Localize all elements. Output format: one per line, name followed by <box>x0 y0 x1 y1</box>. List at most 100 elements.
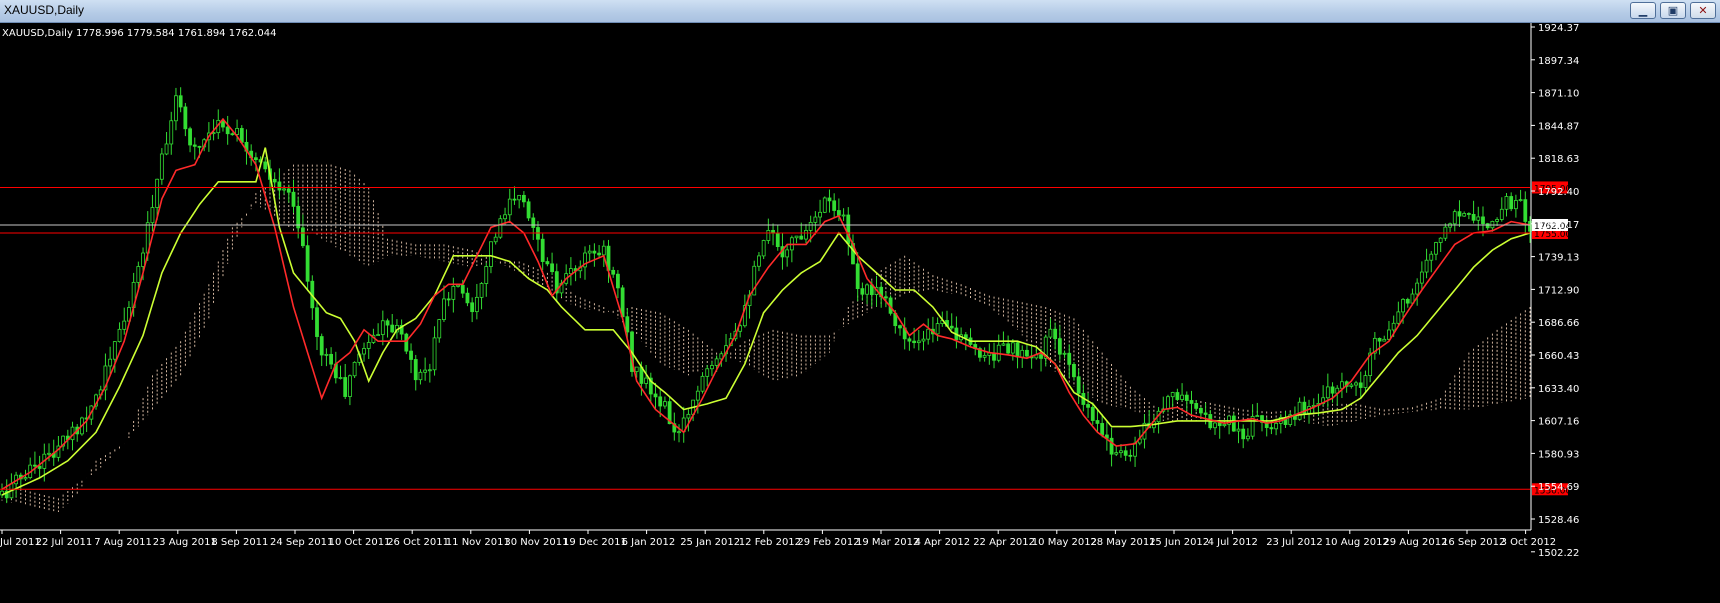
candle-body <box>1123 450 1128 456</box>
candle-body <box>695 390 700 401</box>
candle-body <box>348 375 352 397</box>
candle-body <box>714 358 719 366</box>
candle-body <box>150 207 155 224</box>
chart-area[interactable]: 1795.00 1755.00 1530.00 1762.04 1924.37 1897… <box>0 23 1720 599</box>
chart-background <box>0 23 1720 599</box>
candle-body <box>1481 216 1485 225</box>
candle-body <box>761 240 766 257</box>
close-button[interactable]: ✕ <box>1690 2 1716 19</box>
candle-body <box>1241 428 1246 440</box>
y-tick-label: 1554.69 <box>1538 482 1579 493</box>
candle-body <box>1217 422 1222 427</box>
candle-body <box>916 340 921 344</box>
candle-body <box>949 325 954 329</box>
candle-body <box>545 261 550 265</box>
minimize-button[interactable]: ▁ <box>1630 2 1656 19</box>
candle-body <box>1382 338 1387 342</box>
candle-body <box>1401 298 1405 313</box>
candle-body <box>1213 422 1217 429</box>
candle-body <box>663 401 667 407</box>
candle-body <box>1387 329 1391 340</box>
candle-body <box>253 157 258 160</box>
candle-body <box>1062 352 1067 355</box>
candle-body <box>1025 349 1029 357</box>
candle-body <box>686 413 691 419</box>
candle-body <box>1452 211 1457 225</box>
candle-body <box>1067 352 1072 365</box>
candle-body <box>169 120 174 145</box>
candle-body <box>1325 386 1330 399</box>
candle-body <box>808 221 813 231</box>
candle-body <box>1222 423 1227 427</box>
candle-body <box>827 197 832 202</box>
window-title: XAUUSD,Daily <box>4 3 85 17</box>
candle-body <box>427 369 432 372</box>
candle-body <box>159 153 164 180</box>
x-tick-label: 23 Aug 2011 <box>153 537 217 548</box>
candle-body <box>1438 237 1443 243</box>
candle-body <box>1429 253 1434 261</box>
candle-body <box>1434 242 1438 255</box>
candle-body <box>1509 196 1514 210</box>
x-tick-label: 7 Aug 2011 <box>94 537 152 548</box>
candle-body <box>568 268 573 275</box>
x-tick-label: 19 Dec 2011 <box>563 537 627 548</box>
x-tick-label: 22 Apr 2012 <box>973 537 1035 548</box>
candle-body <box>1090 406 1095 421</box>
candle-body <box>1424 259 1429 273</box>
candle-body <box>785 249 790 258</box>
candle-body <box>413 359 418 381</box>
candle-body <box>300 227 305 247</box>
candle-body <box>380 320 385 335</box>
candle-body <box>141 252 145 267</box>
candle-body <box>907 338 912 342</box>
candle-body <box>479 283 484 298</box>
y-tick-label: 1502.22 <box>1538 548 1579 559</box>
maximize-button[interactable]: ▣ <box>1660 2 1686 19</box>
x-tick-label: 3 Oct 2012 <box>1501 537 1556 548</box>
candle-body <box>611 269 616 275</box>
candle-body <box>409 350 413 360</box>
candle-body <box>343 377 348 397</box>
candle-body <box>1048 328 1053 338</box>
x-tick-label: 10 Aug 2012 <box>1325 537 1389 548</box>
candle-body <box>996 344 1001 361</box>
candle-body <box>1095 420 1100 424</box>
candle-body <box>1499 208 1504 220</box>
x-tick-label: 25 Jan 2012 <box>680 537 740 548</box>
candle-body <box>1340 381 1344 389</box>
candle-body <box>982 354 987 358</box>
candle-body <box>385 320 390 326</box>
candle-body <box>587 250 592 254</box>
x-tick-label: 30 Nov 2011 <box>504 537 568 548</box>
candle-body <box>592 250 597 254</box>
candle-body <box>1236 428 1241 432</box>
candle-body <box>1010 342 1015 354</box>
window-titlebar: XAUUSD,Daily ▁ ▣ ✕ <box>0 0 1720 23</box>
candle-body <box>418 371 423 381</box>
candle-body <box>512 198 517 201</box>
candlestick-chart[interactable]: 1795.001755.001530.001762.04 1924.371897… <box>0 23 1720 599</box>
candle-body <box>601 245 606 256</box>
candle-body <box>710 365 714 370</box>
candle-body <box>1476 216 1481 221</box>
candle-body <box>1485 223 1490 229</box>
candle-body <box>658 396 663 407</box>
candle-body <box>757 255 761 267</box>
candle-body <box>644 377 649 384</box>
candle-body <box>235 128 239 135</box>
candle-body <box>550 263 554 273</box>
candle-body <box>921 338 926 342</box>
candle-body <box>272 178 277 183</box>
candle-body <box>286 188 291 193</box>
candle-body <box>352 361 357 377</box>
candle-body <box>926 328 931 340</box>
candle-body <box>700 375 705 392</box>
candle-body <box>197 145 202 148</box>
candle-body <box>846 214 851 244</box>
y-tick-label: 1686.66 <box>1538 318 1579 329</box>
candle-body <box>634 366 639 372</box>
candle-body <box>794 235 799 239</box>
ohlc-label: XAUUSD,Daily 1778.996 1779.584 1761.894 … <box>2 28 276 39</box>
x-tick-label: 28 May 2012 <box>1090 537 1155 548</box>
